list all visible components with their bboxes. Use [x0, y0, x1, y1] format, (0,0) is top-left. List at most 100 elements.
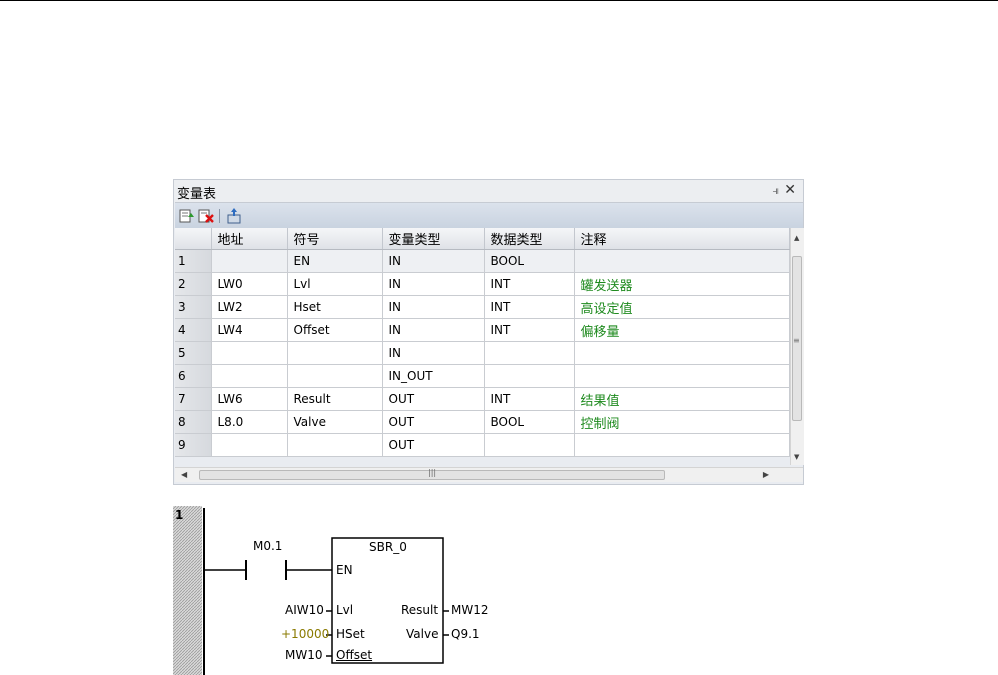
row-number[interactable]: 9 [175, 433, 212, 457]
cell-data-type[interactable] [484, 341, 575, 365]
cell-comment[interactable]: 高设定值 [574, 295, 790, 319]
table-row[interactable]: 7 LW6 Result OUT INT 结果值 [175, 387, 790, 411]
table-row[interactable]: 8 L8.0 Valve OUT BOOL 控制阀 [175, 410, 790, 434]
cell-variable-type[interactable]: IN [382, 295, 485, 319]
cell-address[interactable] [211, 249, 288, 273]
output-operand[interactable]: Q9.1 [451, 627, 480, 641]
cell-data-type[interactable] [484, 433, 575, 457]
row-number[interactable]: 4 [175, 318, 212, 342]
scroll-left-icon[interactable]: ◀ [181, 470, 187, 479]
subroutine-box[interactable] [331, 537, 444, 664]
cell-comment[interactable]: 控制阀 [574, 410, 790, 434]
output-pin-label: Result [401, 603, 439, 617]
top-rule [0, 0, 998, 1]
table-row[interactable]: 1 EN IN BOOL [175, 249, 790, 273]
cell-variable-type[interactable]: OUT [382, 387, 485, 411]
column-header-data-type[interactable]: 数据类型 [484, 228, 575, 250]
input-pin-label: HSet [336, 627, 365, 641]
column-header-comment[interactable]: 注释 [574, 228, 790, 250]
cell-data-type[interactable]: INT [484, 387, 575, 411]
row-number[interactable]: 7 [175, 387, 212, 411]
cell-symbol[interactable]: Lvl [287, 272, 383, 296]
cell-address[interactable]: LW2 [211, 295, 288, 319]
cell-variable-type[interactable]: OUT [382, 410, 485, 434]
cell-symbol[interactable] [287, 341, 383, 365]
pin-icon[interactable]: ⫣ [772, 184, 779, 198]
cell-data-type[interactable]: INT [484, 318, 575, 342]
scroll-up-icon[interactable]: ▲ [794, 234, 799, 242]
input-pin-label: Lvl [336, 603, 354, 617]
cell-symbol[interactable]: Hset [287, 295, 383, 319]
table-header-row: 地址 符号 变量类型 数据类型 注释 [175, 228, 790, 250]
table-row[interactable]: 6 IN_OUT [175, 364, 790, 388]
cell-data-type[interactable]: BOOL [484, 410, 575, 434]
row-number[interactable]: 8 [175, 410, 212, 434]
create-symbol-icon[interactable] [225, 207, 243, 225]
cell-symbol[interactable]: Result [287, 387, 383, 411]
cell-address[interactable] [211, 341, 288, 365]
vertical-scrollbar[interactable]: ▲ ≡ ▼ [790, 228, 804, 465]
output-pin-label: Valve [406, 627, 439, 641]
column-header-symbol[interactable]: 符号 [287, 228, 383, 250]
cell-variable-type[interactable]: IN [382, 318, 485, 342]
cell-address[interactable] [211, 433, 288, 457]
cell-data-type[interactable] [484, 364, 575, 388]
column-header-address[interactable]: 地址 [211, 228, 288, 250]
cell-comment[interactable] [574, 364, 790, 388]
scroll-down-icon[interactable]: ▼ [794, 453, 799, 461]
row-number[interactable]: 1 [175, 249, 212, 273]
cell-data-type[interactable]: INT [484, 295, 575, 319]
table-row[interactable]: 5 IN [175, 341, 790, 365]
cell-variable-type[interactable]: IN [382, 249, 485, 273]
close-icon[interactable]: ✕ [784, 182, 796, 198]
output-operand[interactable]: MW12 [451, 603, 489, 617]
cell-address[interactable]: LW0 [211, 272, 288, 296]
cell-symbol[interactable]: Offset [287, 318, 383, 342]
delete-row-icon[interactable] [197, 207, 215, 225]
horizontal-scrollbar[interactable]: ◀ ||| ▶ [175, 467, 803, 482]
cell-comment[interactable]: 罐发送器 [574, 272, 790, 296]
table-row[interactable]: 9 OUT [175, 433, 790, 457]
cell-address[interactable] [211, 364, 288, 388]
scroll-right-icon[interactable]: ▶ [763, 470, 769, 479]
variable-table: 地址 符号 变量类型 数据类型 注释 1 EN IN BOOL 2 LW0 Lv… [175, 228, 790, 457]
panel-title: 变量表 [177, 187, 217, 202]
cell-variable-type[interactable]: IN_OUT [382, 364, 485, 388]
column-header-variable-type[interactable]: 变量类型 [382, 228, 485, 250]
input-operand[interactable]: MW10 [285, 648, 323, 662]
panel-title-bar: 变量表 ⫣ ✕ [174, 180, 803, 202]
row-number[interactable]: 5 [175, 341, 212, 365]
cell-variable-type[interactable]: IN [382, 272, 485, 296]
cell-comment[interactable] [574, 341, 790, 365]
cell-variable-type[interactable]: IN [382, 341, 485, 365]
row-number[interactable]: 3 [175, 295, 212, 319]
cell-address[interactable]: LW6 [211, 387, 288, 411]
cell-symbol[interactable]: Valve [287, 410, 383, 434]
cell-symbol[interactable]: EN [287, 249, 383, 273]
cell-comment[interactable] [574, 249, 790, 273]
cell-address[interactable]: LW4 [211, 318, 288, 342]
cell-symbol[interactable] [287, 364, 383, 388]
cell-data-type[interactable]: BOOL [484, 249, 575, 273]
table-row[interactable]: 4 LW4 Offset IN INT 偏移量 [175, 318, 790, 342]
scroll-grip-icon: ||| [428, 468, 437, 477]
row-number[interactable]: 2 [175, 272, 212, 296]
insert-row-icon[interactable] [178, 207, 196, 225]
contact-label[interactable]: M0.1 [253, 539, 282, 553]
cell-symbol[interactable] [287, 433, 383, 457]
input-pin-label: Offset [336, 648, 373, 662]
row-number[interactable]: 6 [175, 364, 212, 388]
input-operand[interactable]: AIW10 [285, 603, 324, 617]
cell-comment[interactable] [574, 433, 790, 457]
input-operand-constant[interactable]: +10000 [281, 627, 329, 641]
network-gutter [173, 506, 202, 675]
cell-comment[interactable]: 偏移量 [574, 318, 790, 342]
en-pin-label: EN [336, 563, 353, 577]
table-row[interactable]: 2 LW0 Lvl IN INT 罐发送器 [175, 272, 790, 296]
scroll-grip-icon: ≡ [793, 336, 800, 345]
cell-variable-type[interactable]: OUT [382, 433, 485, 457]
table-row[interactable]: 3 LW2 Hset IN INT 高设定值 [175, 295, 790, 319]
cell-comment[interactable]: 结果值 [574, 387, 790, 411]
cell-data-type[interactable]: INT [484, 272, 575, 296]
cell-address[interactable]: L8.0 [211, 410, 288, 434]
